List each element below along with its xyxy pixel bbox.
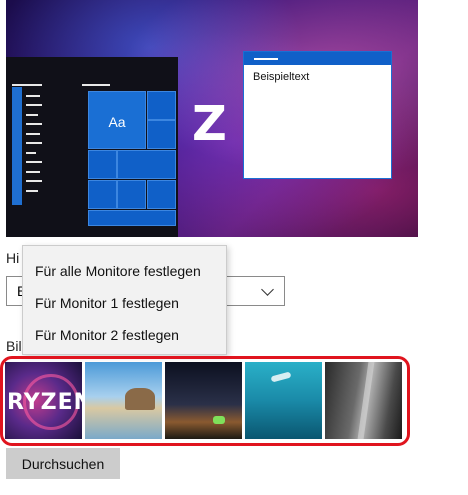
start-menu-line	[26, 133, 40, 135]
start-menu-line	[26, 142, 42, 144]
tile	[147, 180, 176, 209]
wallpaper-logo-letter: Z	[192, 96, 227, 152]
start-menu-line	[26, 180, 42, 182]
start-menu-line	[82, 84, 110, 86]
tile-large: Aa	[88, 91, 146, 149]
start-menu-line	[26, 190, 38, 192]
start-menu-line	[26, 104, 42, 106]
start-menu-line	[26, 161, 42, 163]
background-label: Hi	[6, 250, 20, 266]
context-menu: Für alle Monitore festlegen Für Monitor …	[22, 245, 227, 355]
tile	[117, 150, 176, 179]
menu-item-monitor-1[interactable]: Für Monitor 1 festlegen	[23, 287, 226, 319]
browse-button[interactable]: Durchsuchen	[6, 448, 120, 479]
highlight-annotation	[0, 356, 410, 446]
tile	[88, 210, 176, 226]
tile	[117, 180, 146, 209]
start-menu-line	[26, 152, 36, 154]
start-menu-line	[26, 95, 40, 97]
sample-window-text: Beispieltext	[253, 71, 310, 83]
tile	[88, 180, 117, 209]
tile	[147, 91, 176, 120]
start-menu-line	[26, 123, 42, 125]
tile-label: Aa	[108, 114, 126, 130]
start-menu-line	[26, 171, 40, 173]
menu-item-all-monitors[interactable]: Für alle Monitore festlegen	[23, 255, 226, 287]
desktop-preview: Aa Z Beispieltext	[6, 0, 418, 237]
sample-window-titlebar	[244, 52, 391, 65]
tile	[147, 120, 176, 149]
menu-item-monitor-2[interactable]: Für Monitor 2 festlegen	[23, 319, 226, 351]
pictures-label: Bil	[6, 338, 22, 354]
chevron-down-icon	[261, 283, 274, 296]
sample-window: Beispieltext	[243, 51, 392, 179]
tile	[88, 150, 117, 179]
start-menu-rail	[12, 87, 22, 205]
start-menu-line	[26, 114, 38, 116]
start-menu-line	[12, 84, 42, 86]
